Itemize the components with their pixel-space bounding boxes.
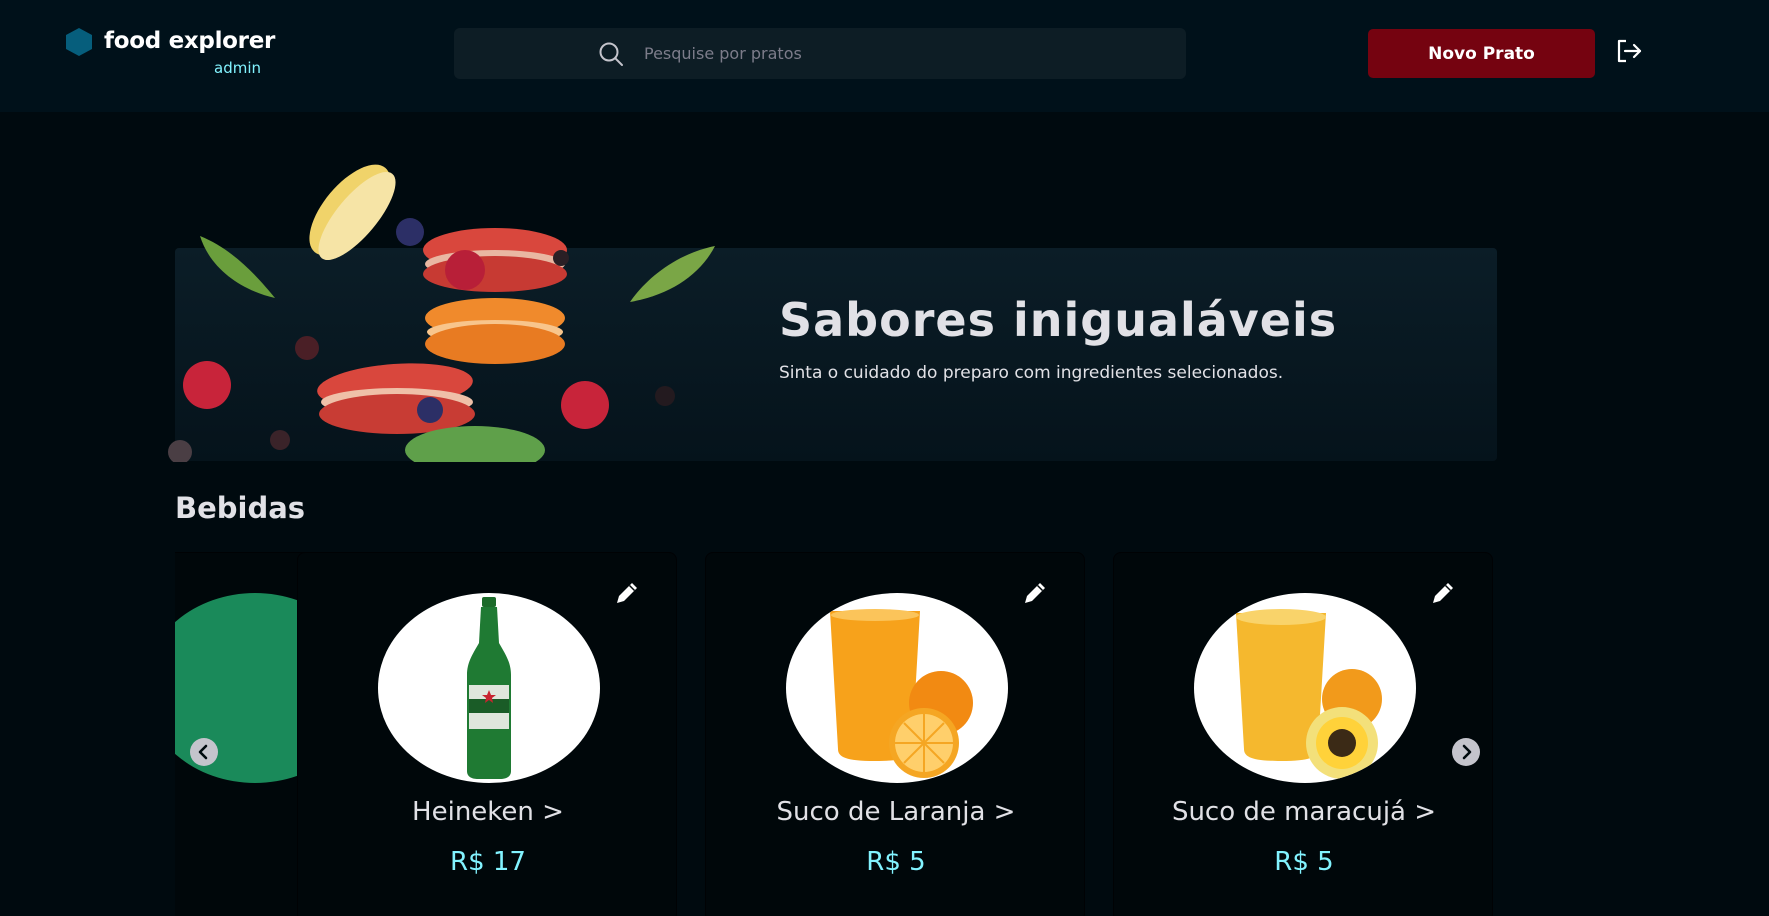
carousel-next-button[interactable]	[1452, 738, 1480, 766]
search-bar[interactable]	[454, 28, 1186, 79]
pencil-icon[interactable]	[612, 578, 642, 608]
dish-image	[378, 593, 600, 783]
pencil-icon[interactable]	[1020, 578, 1050, 608]
search-input[interactable]	[644, 28, 1144, 79]
chevron-right-icon	[1462, 744, 1472, 760]
drinks-carousel[interactable]: tica Heineken > R$ 17	[175, 552, 1497, 916]
new-dish-button[interactable]: Novo Prato	[1368, 29, 1595, 78]
dish-price: R$ 17	[450, 847, 526, 877]
section-title: Bebidas	[175, 491, 306, 525]
pencil-icon[interactable]	[1428, 578, 1458, 608]
hexagon-logo-icon	[66, 28, 92, 56]
dish-name[interactable]: Heineken >	[298, 797, 676, 827]
dish-name[interactable]: Suco de maracujá >	[1114, 797, 1492, 827]
search-icon	[599, 42, 623, 66]
macarons-illustration	[168, 164, 715, 462]
dish-card[interactable]: Suco de Laranja > R$ 5	[705, 552, 1085, 916]
brand-name: food explorer	[104, 28, 276, 54]
role-label: admin	[214, 59, 261, 77]
carousel-prev-button[interactable]	[190, 738, 218, 766]
dish-image	[1194, 593, 1416, 783]
dish-card[interactable]: Heineken > R$ 17	[297, 552, 677, 916]
dish-card[interactable]: Suco de maracujá > R$ 5	[1113, 552, 1493, 916]
brand-logo[interactable]: food explorer admin	[64, 26, 284, 82]
dish-image	[786, 593, 1008, 783]
chevron-left-icon	[198, 744, 208, 760]
sign-out-icon[interactable]	[1614, 36, 1644, 66]
dish-price: R$ 5	[866, 847, 926, 877]
top-header: food explorer admin Novo Prato	[0, 0, 1769, 112]
dish-price: R$ 5	[1274, 847, 1334, 877]
dish-name[interactable]: Suco de Laranja >	[706, 797, 1084, 827]
banner-title: Sabores inigualáveis	[779, 293, 1338, 347]
banner-subtitle: Sinta o cuidado do preparo com ingredien…	[779, 363, 1284, 383]
